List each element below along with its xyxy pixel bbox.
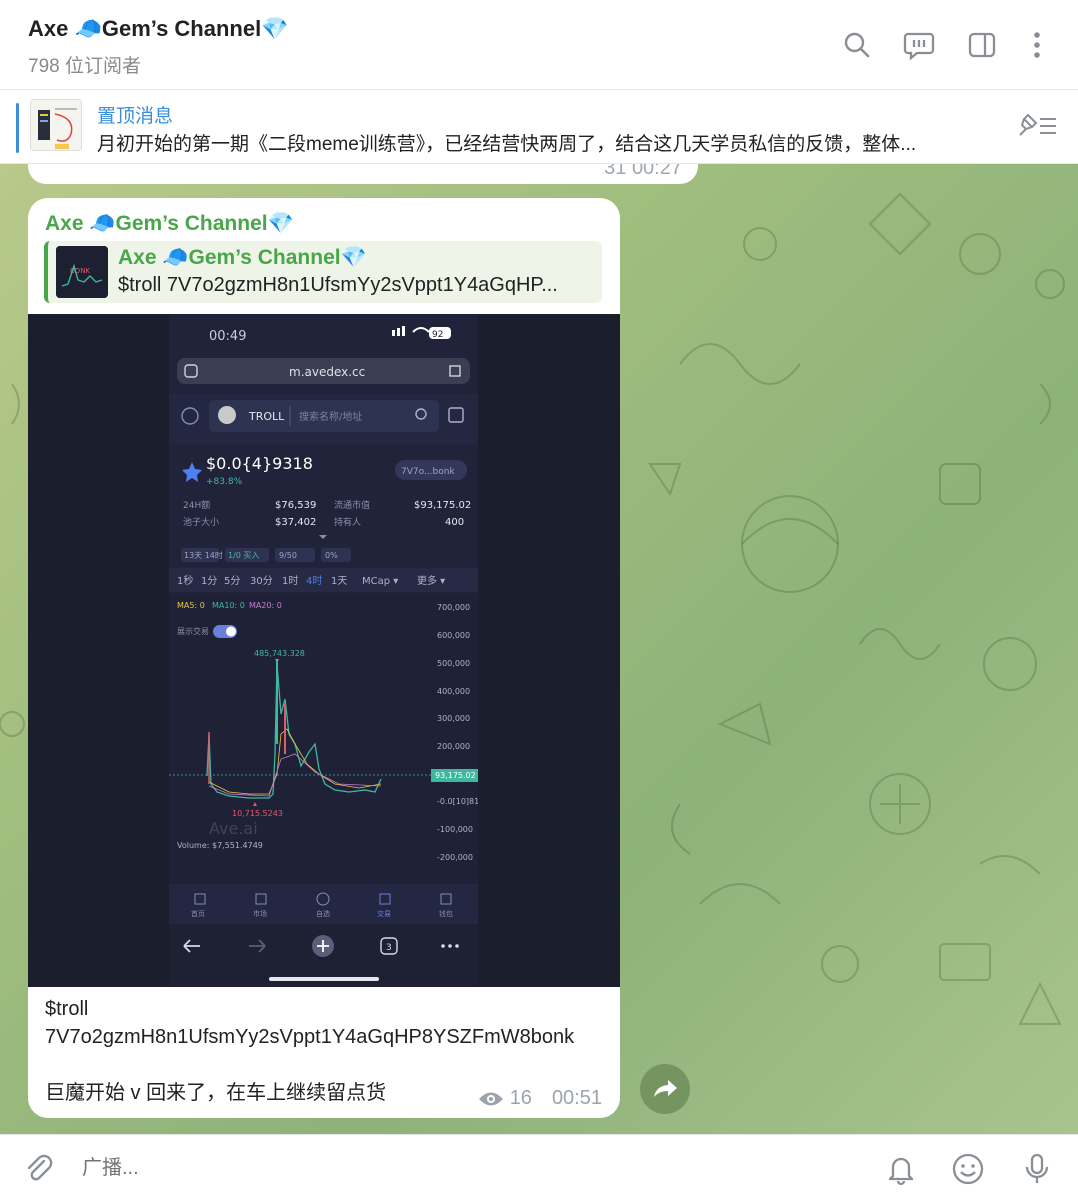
microphone-icon[interactable]: [1020, 1152, 1054, 1186]
channel-title[interactable]: Axe 🧢Gem’s Channel💎: [28, 16, 289, 42]
share-arrow-icon: [654, 1080, 677, 1097]
svg-text:流通市值: 流通市值: [334, 499, 370, 511]
pinned-thumbnail: [30, 99, 82, 151]
chat-area: 31 00:27 Axe 🧢Gem’s Channel💎 BONK Axe 🧢G…: [0, 164, 1078, 1134]
svg-text:600,000: 600,000: [437, 631, 470, 640]
address-chip: 7V7o...bonk: [401, 467, 455, 477]
pinned-indicator: [16, 103, 19, 153]
chat-header: Axe 🧢Gem’s Channel💎 798 位订阅者: [0, 0, 1078, 90]
subscriber-count: 798 位订阅者: [28, 56, 141, 77]
notification-bell-icon[interactable]: [884, 1152, 918, 1186]
svg-text:1天: 1天: [331, 576, 347, 587]
svg-text:持有人: 持有人: [334, 516, 361, 528]
caption-address[interactable]: 7V7o2gzmH8n1UfsmYy2sVppt1Y4aGqHP8YSZFmW8…: [45, 1023, 610, 1051]
svg-text:1秒: 1秒: [177, 574, 193, 587]
svg-text:5分: 5分: [224, 575, 240, 587]
svg-text:交易: 交易: [377, 909, 391, 918]
volume-label: Volume: $7,551.4749: [177, 841, 263, 850]
svg-text:4时: 4时: [306, 575, 322, 587]
app-search-placeholder: 搜索名称/地址: [299, 410, 362, 423]
svg-text:MA10: 0: MA10: 0: [212, 601, 245, 610]
svg-text:1/0 买入: 1/0 买入: [228, 551, 259, 560]
share-button[interactable]: [640, 1064, 690, 1114]
watermark: Ave.ai: [209, 819, 258, 838]
token-price: $0.0{4}9318: [206, 454, 313, 473]
svg-text:1分: 1分: [201, 575, 217, 587]
unpin-icon[interactable]: [1014, 111, 1058, 141]
svg-text:24H额: 24H额: [183, 499, 210, 511]
svg-text:自选: 自选: [316, 909, 330, 918]
svg-text:池子大小: 池子大小: [183, 516, 219, 528]
message-author[interactable]: Axe 🧢Gem’s Channel💎: [45, 212, 294, 236]
sidebar-toggle-icon[interactable]: [967, 30, 997, 60]
svg-text:钱包: 钱包: [439, 909, 453, 918]
svg-text:更多 ▾: 更多 ▾: [417, 574, 445, 587]
svg-text:市场: 市场: [253, 909, 267, 918]
previous-time: 00:27: [631, 164, 682, 179]
svg-text:$93,175.02: $93,175.02: [414, 500, 471, 511]
caption-ticker: $troll: [45, 998, 89, 1020]
svg-text:$76,539: $76,539: [275, 500, 316, 511]
svg-text:93,175.02: 93,175.02: [435, 771, 476, 780]
previous-message-meta: 31 00:27: [604, 164, 682, 180]
svg-text:9/50: 9/50: [279, 551, 297, 560]
browser-url: m.avedex.cc: [289, 365, 365, 379]
price-change: +83.8%: [206, 477, 243, 487]
svg-text:MCap ▾: MCap ▾: [362, 576, 398, 587]
svg-text:30分: 30分: [250, 575, 273, 587]
svg-text:700,000: 700,000: [437, 603, 470, 612]
svg-text:300,000: 300,000: [437, 714, 470, 723]
svg-text:展示交易: 展示交易: [177, 626, 209, 636]
svg-text:MA20: 0: MA20: 0: [249, 601, 282, 610]
attach-icon[interactable]: [22, 1152, 56, 1186]
views-count: 16: [509, 1087, 532, 1109]
previous-views: 31: [604, 164, 627, 179]
svg-text:-200,000: -200,000: [437, 853, 473, 862]
svg-text:0%: 0%: [325, 551, 338, 560]
broadcast-input[interactable]: [82, 1157, 782, 1180]
pinned-text: 月初开始的第一期《二段meme训练营》，已经结营快两周了，结合这几天学员私信的反…: [97, 134, 917, 155]
message-bubble[interactable]: Axe 🧢Gem’s Channel💎 BONK Axe 🧢Gem’s Chan…: [28, 198, 620, 1118]
svg-text:500,000: 500,000: [437, 659, 470, 668]
svg-text:$37,402: $37,402: [275, 517, 316, 528]
svg-text:MA5: 0: MA5: 0: [177, 601, 205, 610]
views-eye-icon: [478, 1090, 504, 1108]
emoji-icon[interactable]: [951, 1152, 985, 1186]
svg-text:400: 400: [445, 517, 464, 528]
chart-low-label: 10,715.5243: [232, 809, 283, 818]
svg-text:13天 14时: 13天 14时: [184, 550, 223, 560]
phone-screenshot: 00:49 92 m.avedex.cc TROLL 搜索名称/地址 $0.0{…: [169, 314, 478, 987]
search-icon[interactable]: [842, 30, 872, 60]
message-meta: 16 00:51: [478, 1087, 602, 1110]
svg-text:3: 3: [386, 943, 392, 953]
status-time: 00:49: [209, 329, 246, 344]
battery-level: 92: [432, 330, 443, 340]
pinned-message-bar[interactable]: 置顶消息 月初开始的第一期《二段meme训练营》，已经结营快两周了，结合这几天学…: [0, 91, 1078, 164]
svg-text:1时: 1时: [282, 575, 298, 587]
comments-icon[interactable]: [903, 30, 935, 61]
svg-text:-100,000: -100,000: [437, 825, 473, 834]
forwarded-author: Axe 🧢Gem’s Channel💎: [118, 246, 367, 269]
message-time: 00:51: [551, 1087, 602, 1109]
forwarded-reply[interactable]: BONK Axe 🧢Gem’s Channel💎 $troll 7V7o2gzm…: [44, 241, 602, 303]
svg-text:400,000: 400,000: [437, 687, 470, 696]
svg-text:-0.0[10]81: -0.0[10]81: [437, 797, 478, 806]
forwarded-text: $troll 7V7o2gzmH8n1UfsmYy2sVppt1Y4aGqHP.…: [118, 274, 558, 296]
message-photo[interactable]: 00:49 92 m.avedex.cc TROLL 搜索名称/地址 $0.0{…: [28, 314, 620, 987]
trading-app-screenshot: 00:49 92 m.avedex.cc TROLL 搜索名称/地址 $0.0{…: [169, 314, 478, 987]
svg-text:200,000: 200,000: [437, 742, 470, 751]
previous-message-bubble[interactable]: 31 00:27: [28, 164, 698, 184]
more-menu-icon[interactable]: [1025, 30, 1055, 60]
token-name: TROLL: [248, 410, 285, 423]
chart-peak-label: 485,743.328: [254, 649, 305, 658]
svg-text:首页: 首页: [191, 909, 205, 918]
pinned-label: 置顶消息: [97, 106, 174, 127]
composer-bar: [0, 1134, 1078, 1200]
forwarded-thumbnail: BONK: [56, 246, 108, 298]
